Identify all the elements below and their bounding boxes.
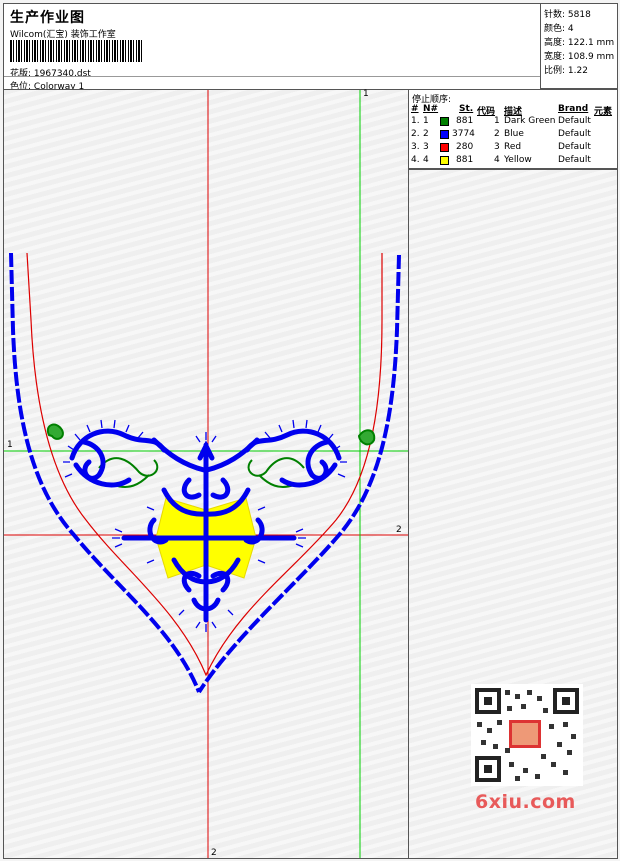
file-label: 花版: xyxy=(10,69,32,79)
row-brand: Default xyxy=(558,129,591,139)
row-stitches: 881 xyxy=(456,116,474,126)
stat-colors: 颜色: 4 xyxy=(544,21,574,34)
stats-panel: 针数: 5818 颜色: 4 高度: 122.1 mm 宽度: 108.9 mm… xyxy=(540,3,618,89)
page-title: 生产作业图 xyxy=(10,10,85,26)
row-stitches: 3774 xyxy=(452,129,475,139)
col-n: N# xyxy=(423,104,439,114)
subtitle: Wilcom(汇宝) 装饰工作室 xyxy=(10,30,116,40)
stat-value: 4 xyxy=(567,24,574,34)
header-panel: 生产作业图 Wilcom(汇宝) 装饰工作室 花版: 1967340.dst 色… xyxy=(3,3,542,92)
stat-label: 颜色: xyxy=(544,24,566,34)
header-divider xyxy=(4,76,541,77)
green-horizontal-marker: 1 xyxy=(7,440,13,450)
row-desc: Blue xyxy=(504,129,524,139)
blue-outline-left xyxy=(9,252,201,693)
row-code: 3 xyxy=(494,142,500,152)
col-num: # xyxy=(411,104,419,114)
row-n: 4 xyxy=(423,155,429,165)
color-row[interactable]: 2. 2 3774 2 Blue Default xyxy=(409,129,614,142)
row-desc: Dark Green xyxy=(504,116,556,126)
color-row[interactable]: 1. 1 881 1 Dark Green Default xyxy=(409,116,614,129)
stat-scale: 比例: 1.22 xyxy=(544,63,588,76)
stat-label: 宽度: xyxy=(544,52,566,62)
side-area: 6xiu.com xyxy=(409,169,618,859)
file-value: 1967340.dst xyxy=(33,69,91,79)
color-row[interactable]: 4. 4 881 4 Yellow Default xyxy=(409,155,614,168)
stat-width: 宽度: 108.9 mm xyxy=(544,49,614,62)
row-index: 4. xyxy=(411,155,420,165)
red-vertical-marker: 2 xyxy=(211,848,217,858)
stat-height: 高度: 122.1 mm xyxy=(544,35,614,48)
row-brand: Default xyxy=(558,155,591,165)
row-code: 1 xyxy=(494,116,500,126)
col-st: St. xyxy=(459,104,474,114)
file-line: 花版: 1967340.dst xyxy=(10,66,91,79)
row-stitches: 280 xyxy=(456,142,474,152)
stat-value: 108.9 mm xyxy=(567,52,615,62)
row-brand: Default xyxy=(558,142,591,152)
row-desc: Yellow xyxy=(504,155,532,165)
row-code: 2 xyxy=(494,129,500,139)
row-desc: Red xyxy=(504,142,522,152)
color-swatch xyxy=(440,156,449,165)
stat-stitches: 针数: 5818 xyxy=(544,7,591,20)
qr-code-graphic xyxy=(471,684,583,786)
watermark-site[interactable]: 6xiu.com xyxy=(475,791,576,813)
row-code: 4 xyxy=(494,155,500,165)
stat-label: 针数: xyxy=(544,10,566,20)
stat-value: 122.1 mm xyxy=(567,38,615,48)
row-brand: Default xyxy=(558,116,591,126)
color-swatch xyxy=(440,117,449,126)
barcode xyxy=(10,40,142,62)
qr-code xyxy=(471,684,583,786)
design-preview[interactable]: 1 1 2 2 xyxy=(3,89,409,859)
stat-value: 1.22 xyxy=(567,66,588,76)
row-n: 2 xyxy=(423,129,429,139)
stat-label: 比例: xyxy=(544,66,566,76)
stat-value: 5818 xyxy=(567,10,591,20)
color-row[interactable]: 3. 3 280 3 Red Default xyxy=(409,142,614,155)
color-swatch xyxy=(440,130,449,139)
row-index: 1. xyxy=(411,116,420,126)
green-vertical-marker: 1 xyxy=(363,89,369,99)
row-index: 2. xyxy=(411,129,420,139)
color-swatch xyxy=(440,143,449,152)
row-n: 1 xyxy=(423,116,429,126)
color-sequence-panel: 停止顺序: # N# St. 代码 描述 Brand 元素 1. 1 881 1… xyxy=(409,89,618,169)
embroidery-canvas xyxy=(4,90,408,858)
stat-label: 高度: xyxy=(544,38,566,48)
col-brand: Brand xyxy=(558,104,589,114)
row-n: 3 xyxy=(423,142,429,152)
blue-outline-right xyxy=(197,254,401,694)
red-horizontal-marker: 2 xyxy=(396,525,402,535)
row-index: 3. xyxy=(411,142,420,152)
row-stitches: 881 xyxy=(456,155,474,165)
